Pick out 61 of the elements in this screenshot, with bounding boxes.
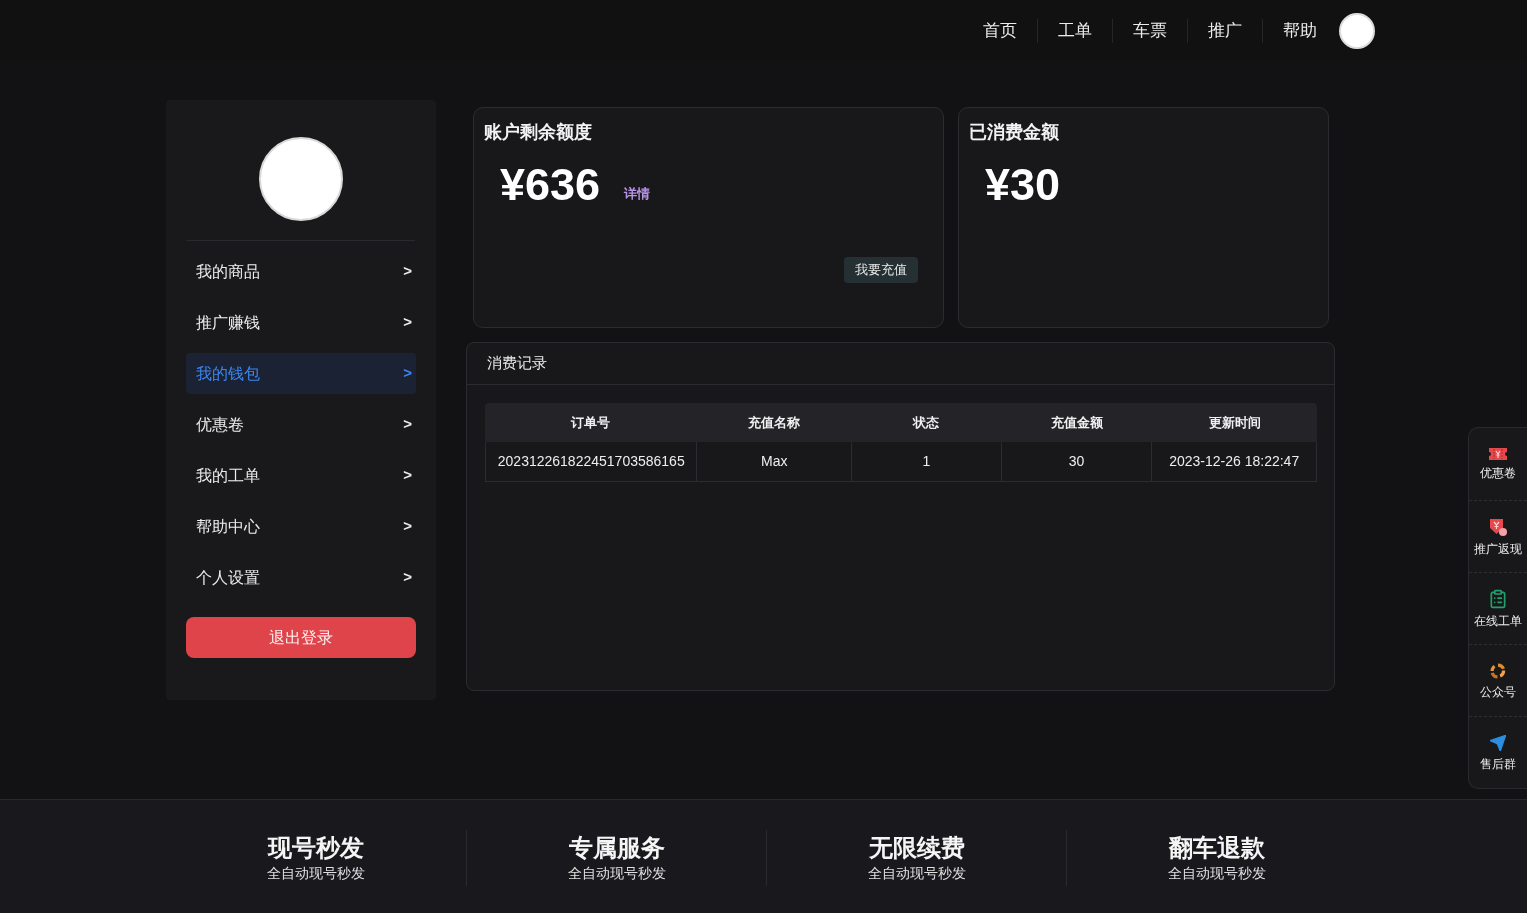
- user-avatar[interactable]: [1339, 13, 1375, 49]
- column-header: 更新时间: [1207, 413, 1262, 432]
- chevron-text: >: [403, 516, 412, 537]
- table-cell: 30: [1000, 442, 1152, 481]
- sidebar-menu-item[interactable]: 优惠卷 >: [186, 404, 416, 445]
- float-bar-item[interactable]: 公众号: [1469, 644, 1527, 716]
- table-cell: Max: [696, 442, 852, 481]
- recharge-button[interactable]: 我要充值: [844, 257, 918, 283]
- column-header: 订单号: [570, 413, 611, 432]
- float-bar-item[interactable]: 售后群: [1469, 716, 1527, 788]
- feature-subtitle: 全自动现号秒发: [1167, 864, 1266, 883]
- logout-button[interactable]: 退出登录: [186, 617, 416, 658]
- spent-amount: ¥30: [985, 158, 1061, 212]
- feature-title: 翻车退款: [1168, 833, 1265, 863]
- detail-link[interactable]: 详情: [624, 183, 651, 203]
- sidebar-menu-item[interactable]: 我的钱包 >: [186, 353, 416, 394]
- feature-title: 现号秒发: [268, 833, 364, 863]
- records-title: 消费记录: [487, 353, 547, 374]
- column-header: 充值名称: [746, 413, 801, 432]
- column-header: 充值金额: [1049, 413, 1104, 432]
- feature-subtitle: 全自动现号秒发: [867, 864, 966, 883]
- chevron-text: >: [403, 261, 412, 282]
- sidebar-menu-item[interactable]: 推广赚钱 >: [186, 302, 416, 343]
- nav-link[interactable]: 推广: [1187, 19, 1262, 43]
- nav-link[interactable]: 首页: [962, 19, 1037, 43]
- table-cell-text: 202312261822451703586165: [496, 452, 686, 471]
- sidebar-menu-item[interactable]: 我的工单 >: [186, 455, 416, 496]
- float-bar-label: 在线工单: [1474, 612, 1522, 629]
- table-cell: 2023-12-26 18:22:47: [1151, 442, 1316, 481]
- nav-link[interactable]: 车票: [1112, 19, 1187, 43]
- chevron-text: >: [403, 312, 412, 333]
- ticket-icon: [1488, 447, 1508, 461]
- clipboard-list-icon: [1488, 588, 1508, 609]
- nav-link[interactable]: 帮助: [1262, 19, 1337, 43]
- feature-subtitle: 全自动现号秒发: [267, 864, 365, 883]
- float-bar-item[interactable]: 在线工单: [1469, 572, 1527, 644]
- card-title: 账户剩余额度: [484, 121, 593, 144]
- float-bar-item[interactable]: 推广返现: [1469, 500, 1527, 572]
- envelope-icon: [1488, 516, 1508, 537]
- float-bar-label: 优惠卷: [1480, 465, 1516, 481]
- float-bar-label: 公众号: [1480, 683, 1516, 700]
- feature-subtitle: 全自动现号秒发: [567, 864, 666, 883]
- float-bar-label: 售后群: [1480, 755, 1516, 772]
- nav-link[interactable]: 工单: [1037, 19, 1112, 43]
- float-bar-label: 推广返现: [1474, 540, 1522, 557]
- sidebar-menu-item[interactable]: 个人设置 >: [186, 557, 416, 598]
- feature-title: 专属服务: [568, 833, 665, 863]
- feature-title: 无限续费: [868, 833, 965, 863]
- column-header: 状态: [911, 413, 940, 432]
- chevron-text: >: [403, 567, 412, 588]
- card-title: 已消费金额: [969, 121, 1060, 144]
- table-cell: 1: [851, 442, 1001, 481]
- balance-amount: ¥636: [500, 158, 601, 212]
- sidebar-menu-item[interactable]: 帮助中心 >: [186, 506, 416, 547]
- send-icon: [1489, 733, 1507, 752]
- float-bar-item[interactable]: 优惠卷: [1469, 428, 1527, 500]
- chevron-text: >: [403, 363, 412, 384]
- sidebar-menu-item[interactable]: 我的商品 >: [186, 251, 416, 292]
- chevron-text: >: [403, 414, 412, 435]
- circular-arrows-icon: [1489, 661, 1507, 680]
- chevron-text: >: [403, 465, 412, 486]
